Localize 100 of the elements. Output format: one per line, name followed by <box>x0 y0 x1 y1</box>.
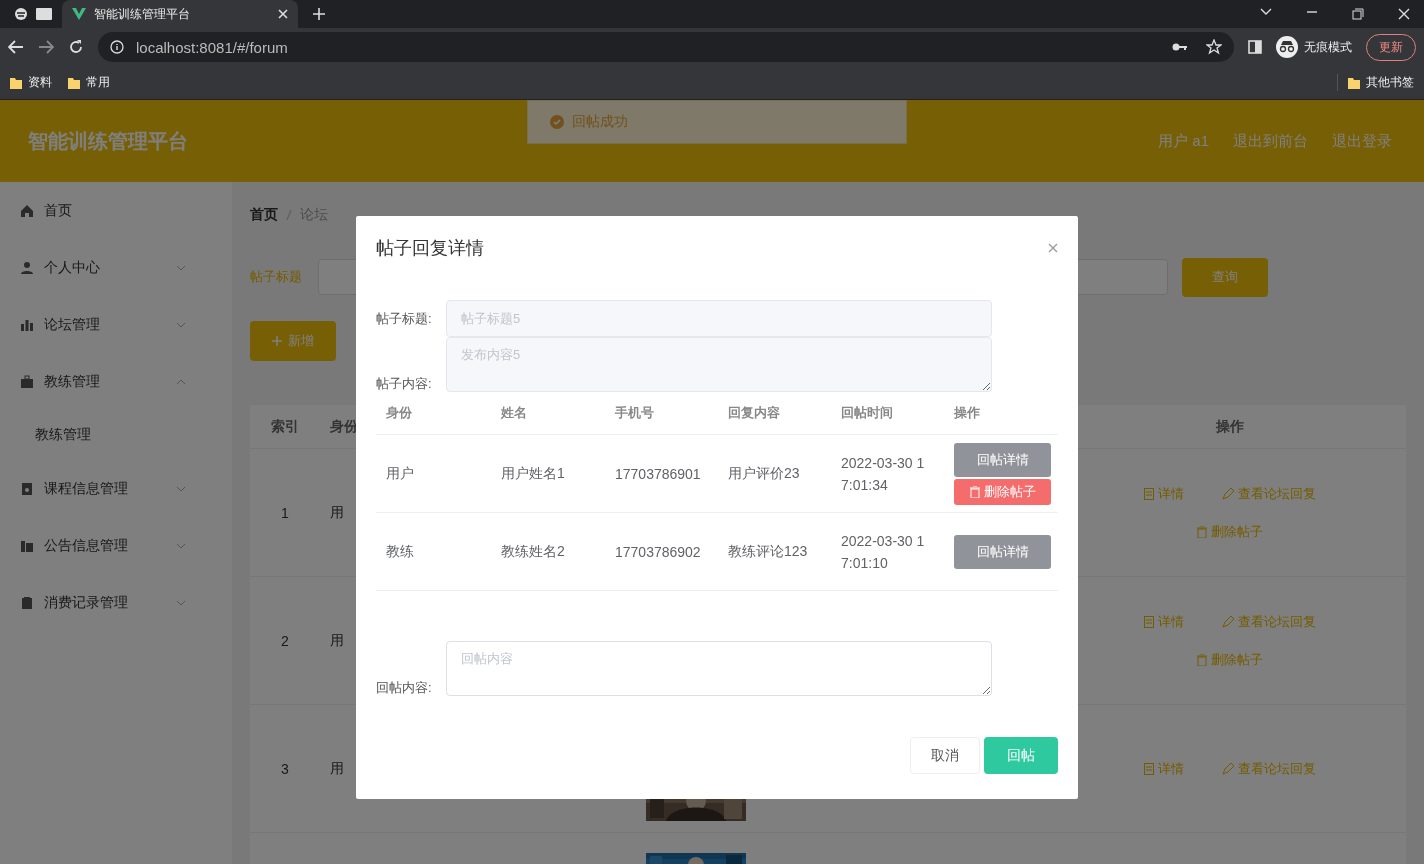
column-header: 身份 <box>386 403 413 422</box>
table-cell-text: 2022-03-30 17:01:34 <box>841 453 926 495</box>
trash-icon <box>1197 653 1207 666</box>
action-link[interactable]: 详情 <box>1140 755 1188 782</box>
sidebar-icon[interactable] <box>1248 40 1262 54</box>
table-cell-text: 教练评论123 <box>728 542 809 561</box>
incognito-icon <box>1276 36 1298 58</box>
bookmark[interactable]: 常用 <box>86 74 110 91</box>
action-link[interactable]: 查看论坛回复 <box>1218 755 1320 782</box>
sidebar-label: 教练管理 <box>44 372 101 391</box>
sidebar-item[interactable]: 教练管理 <box>0 353 232 410</box>
key-icon[interactable] <box>1172 42 1188 52</box>
table-cell-text: 用 <box>329 503 345 522</box>
forward-icon[interactable] <box>38 40 54 54</box>
column-header: 操作 <box>954 403 981 422</box>
edit-icon <box>1222 487 1234 500</box>
field-label: 回帖内容: <box>376 679 433 697</box>
chevron-down-icon[interactable] <box>1260 8 1272 16</box>
dialog-title: 帖子回复详情 <box>376 237 484 260</box>
edit-icon <box>1222 762 1234 775</box>
app-title: 智能训练管理平台 <box>28 128 189 154</box>
search-button[interactable]: 查询 <box>1182 257 1268 297</box>
folder-icon[interactable] <box>10 76 22 89</box>
document-icon <box>1144 762 1154 775</box>
table-cell-text: 教练 <box>386 542 415 561</box>
separator-icon <box>286 209 292 221</box>
sidebar-item[interactable]: 个人中心 <box>0 239 232 296</box>
field-label: 帖子内容: <box>376 375 433 393</box>
cancel-button[interactable]: 取消 <box>910 737 980 774</box>
search-label: 帖子标题 <box>250 268 303 286</box>
minimize-icon[interactable] <box>1306 8 1318 16</box>
column-header: 手机号 <box>615 403 655 422</box>
profile-chip[interactable]: 无痕模式 <box>1276 36 1352 58</box>
briefcase-icon <box>20 374 34 389</box>
toast-message: 回帖成功 <box>572 113 628 131</box>
bar-chart-icon <box>20 317 34 332</box>
sidebar-item[interactable]: 论坛管理 <box>0 296 232 353</box>
plus-icon[interactable] <box>312 7 326 21</box>
sidebar-label: 课程信息管理 <box>44 479 129 498</box>
restore-icon[interactable] <box>1352 8 1364 20</box>
table-cell-text: 2 <box>280 632 290 649</box>
action-link[interactable]: 删除帖子 <box>1193 646 1267 673</box>
building-icon <box>20 538 34 553</box>
trash-icon <box>969 485 980 498</box>
table-cell-text: 17703786901 <box>615 465 702 482</box>
document-icon <box>20 481 34 496</box>
url-text: localhost:8081/#/forum <box>136 38 288 56</box>
sidebar-label: 首页 <box>44 201 73 220</box>
action-link[interactable]: 查看论坛回复 <box>1218 608 1320 635</box>
column-header: 姓名 <box>501 403 528 422</box>
column-header: 回复内容 <box>728 403 781 422</box>
document-icon <box>1144 615 1154 628</box>
sidebar-subitem[interactable]: 教练管理 <box>0 410 232 460</box>
header-link[interactable]: 退出到前台 <box>1233 131 1308 151</box>
edit-icon <box>1222 615 1234 628</box>
header-link[interactable]: 退出登录 <box>1332 131 1392 151</box>
detail-button[interactable]: 回帖详情 <box>954 442 1051 477</box>
detail-button[interactable]: 回帖详情 <box>954 534 1051 569</box>
delete-button[interactable]: 删除帖子 <box>954 478 1051 505</box>
table-cell-text: 用户评价23 <box>728 464 801 483</box>
tab-title: 智能训练管理平台 <box>94 5 191 23</box>
add-button[interactable]: 新增 <box>250 321 336 361</box>
plus-icon <box>272 336 282 346</box>
home-icon <box>20 203 34 218</box>
folder-icon[interactable] <box>68 76 80 89</box>
table-cell-text: 教练姓名2 <box>501 542 566 561</box>
bookmark[interactable]: 资料 <box>28 74 52 91</box>
table-cell-text: 17703786902 <box>615 543 702 560</box>
action-link[interactable]: 删除帖子 <box>1193 518 1267 545</box>
reload-icon[interactable] <box>68 39 84 55</box>
trash-icon <box>1197 525 1207 538</box>
document-icon <box>1144 487 1154 500</box>
action-link[interactable]: 详情 <box>1140 480 1188 507</box>
info-icon <box>110 40 124 54</box>
table-cell-text: 用 <box>329 759 345 778</box>
table-cell-text: 3 <box>280 760 290 777</box>
column-header: 操作 <box>1215 417 1245 436</box>
sidebar-label: 论坛管理 <box>44 315 101 334</box>
logo-icon <box>72 8 86 20</box>
browser-tab[interactable]: 智能训练管理平台 <box>62 0 298 28</box>
sidebar-item[interactable]: 首页 <box>0 182 232 239</box>
breadcrumb-item[interactable]: 首页 <box>250 206 278 224</box>
folder-icon[interactable] <box>1348 76 1360 89</box>
profile-label: 无痕模式 <box>1304 38 1352 56</box>
table-cell-text: 用 <box>329 631 345 650</box>
star-icon[interactable] <box>1206 39 1222 55</box>
sidebar-item[interactable]: 消费记录管理 <box>0 574 232 631</box>
header-link[interactable]: 用户 a1 <box>1158 131 1209 151</box>
table-cell-text: 2022-03-30 17:01:10 <box>841 531 926 573</box>
sidebar-label: 消费记录管理 <box>44 593 129 612</box>
action-link[interactable]: 查看论坛回复 <box>1218 480 1320 507</box>
back-icon[interactable] <box>8 40 24 54</box>
bookmark[interactable]: 其他书签 <box>1366 74 1414 91</box>
address-bar[interactable]: localhost:8081/#/forum <box>98 32 1234 62</box>
sidebar-item[interactable]: 公告信息管理 <box>0 517 232 574</box>
sidebar-item[interactable]: 课程信息管理 <box>0 460 232 517</box>
table-cell-text: 用户姓名1 <box>501 464 566 483</box>
clipboard-icon <box>20 595 34 610</box>
action-link[interactable]: 详情 <box>1140 608 1188 635</box>
submit-button[interactable]: 回帖 <box>984 737 1058 774</box>
